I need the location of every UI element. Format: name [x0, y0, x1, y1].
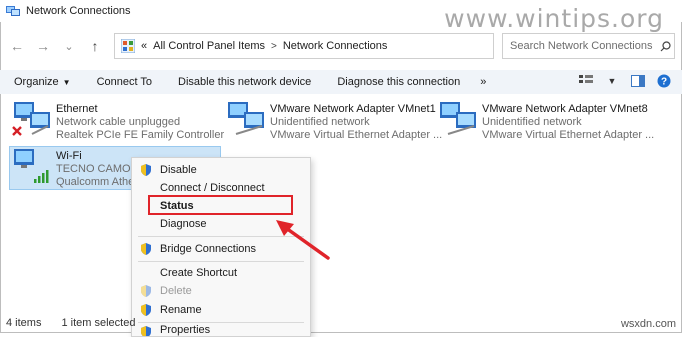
- network-connections-icon: [6, 6, 20, 16]
- menu-separator: [138, 261, 304, 262]
- wifi-adapter-icon: [12, 147, 52, 187]
- view-options-chevron-icon[interactable]: ▼: [604, 73, 620, 89]
- menu-item-label: Disable: [160, 164, 197, 176]
- selection-count: 1 item selected: [61, 316, 136, 329]
- menu-item-label: Create Shortcut: [160, 267, 238, 279]
- connection-device: VMware Virtual Ethernet Adapter ...: [482, 129, 655, 141]
- connection-vmnet8[interactable]: VMware Network Adapter VMnet8 Unidentifi…: [438, 100, 654, 142]
- search-icon[interactable]: [660, 41, 671, 52]
- connection-name: Ethernet: [56, 103, 98, 115]
- footer-watermark: wsxdn.com: [620, 318, 676, 330]
- uac-shield-icon: [141, 285, 151, 297]
- svg-text:?: ?: [661, 77, 667, 88]
- search-input[interactable]: Search Network Connections: [502, 33, 675, 59]
- breadcrumb-network-connections[interactable]: Network Connections: [283, 40, 388, 52]
- menu-item-delete: Delete: [132, 282, 310, 300]
- preview-pane-icon[interactable]: [630, 73, 646, 89]
- menu-item-label: Bridge Connections: [160, 243, 257, 255]
- breadcrumb-overflow[interactable]: «: [141, 40, 147, 52]
- connect-to-button[interactable]: Connect To: [97, 76, 152, 88]
- connection-status: Network cable unplugged: [56, 116, 181, 128]
- breadcrumb-separator: >: [271, 40, 277, 52]
- item-count: 4 items: [6, 316, 42, 329]
- up-button[interactable]: ↑: [82, 33, 108, 59]
- connection-ethernet[interactable]: Ethernet Network cable unplugged Realtek…: [12, 100, 224, 142]
- uac-shield-icon: [141, 243, 151, 255]
- menu-item-label: Delete: [160, 285, 192, 297]
- status-bar: 4 items 1 item selected: [0, 312, 682, 333]
- more-commands-button[interactable]: »: [480, 76, 486, 88]
- watermark-text: www.wintips.org: [444, 4, 664, 33]
- view-tools: ▼ ?: [578, 73, 672, 89]
- back-button[interactable]: ←: [4, 33, 30, 59]
- menu-item-label: Connect / Disconnect: [160, 182, 265, 194]
- connection-device: Realtek PCIe FE Family Controller: [56, 129, 225, 141]
- network-adapter-icon: [226, 100, 266, 140]
- address-bar[interactable]: « All Control Panel Items > Network Conn…: [114, 33, 494, 59]
- connection-status: TECNO CAMON: [56, 163, 139, 175]
- address-row: ← → ⌄ ↑ « All Control Panel Items > Netw…: [0, 30, 682, 62]
- uac-shield-icon: [141, 164, 151, 176]
- connection-vmnet1[interactable]: VMware Network Adapter VMnet1 Unidentifi…: [226, 100, 442, 142]
- ethernet-adapter-icon: [12, 100, 52, 140]
- change-view-icon[interactable]: [578, 73, 594, 89]
- organize-label: Organize: [14, 76, 59, 88]
- forward-button[interactable]: →: [30, 33, 56, 59]
- chevron-down-icon: ▼: [62, 78, 71, 87]
- breadcrumb-control-panel[interactable]: All Control Panel Items: [153, 40, 265, 52]
- connection-device: Qualcomm Athe: [56, 176, 135, 188]
- help-icon[interactable]: ?: [656, 73, 672, 89]
- connection-wifi[interactable]: Wi-Fi TECNO CAMON Qualcomm Athe: [12, 147, 139, 189]
- disable-device-button[interactable]: Disable this network device: [178, 76, 311, 88]
- control-panel-icon: [121, 39, 135, 53]
- diagnose-connection-button[interactable]: Diagnose this connection: [337, 76, 460, 88]
- menu-item-create-shortcut[interactable]: Create Shortcut: [132, 264, 310, 282]
- connection-status: Unidentified network: [270, 116, 370, 128]
- connection-device: VMware Virtual Ethernet Adapter ...: [270, 129, 443, 141]
- menu-item-label: Diagnose: [160, 218, 207, 230]
- recent-locations-button[interactable]: ⌄: [56, 33, 82, 59]
- status-highlight-box: [148, 195, 293, 215]
- connection-name: Wi-Fi: [56, 150, 82, 162]
- window-title: Network Connections: [26, 5, 131, 17]
- network-adapter-icon: [438, 100, 478, 140]
- menu-item-disable[interactable]: Disable: [132, 161, 310, 179]
- connection-status: Unidentified network: [482, 116, 582, 128]
- red-arrow-icon: [276, 220, 330, 260]
- connection-name: VMware Network Adapter VMnet1: [270, 103, 436, 115]
- connection-name: VMware Network Adapter VMnet8: [482, 103, 648, 115]
- command-bar: Organize ▼ Connect To Disable this networ…: [0, 70, 682, 94]
- organize-menu[interactable]: Organize ▼: [14, 76, 71, 88]
